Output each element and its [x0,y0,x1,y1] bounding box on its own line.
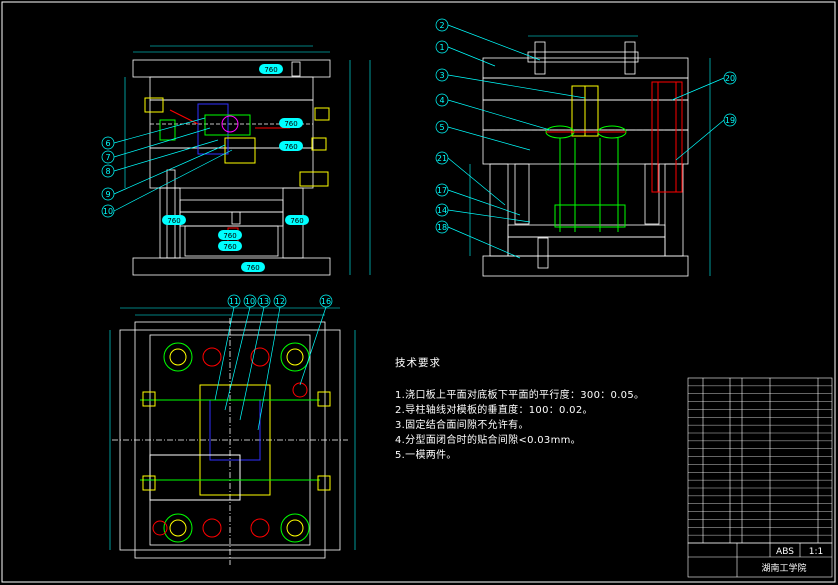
front-tag: 760 [259,64,283,74]
svg-text:2: 2 [439,21,444,30]
svg-text:21: 21 [437,154,447,163]
callout-18: 18 [435,220,449,234]
callout-4: 4 [435,93,449,107]
callout-1: 1 [435,40,449,54]
section-view-callouts-left: 2 1 3 4 5 21 17 14 18 [435,18,586,259]
front-tag: 760 [218,241,242,251]
callout-10-plan: 10 [243,294,257,308]
parts-list-rows [688,385,832,536]
plan-view-bolts [140,342,331,543]
front-tag: 760 [285,215,309,225]
svg-text:6: 6 [105,139,110,148]
svg-text:7: 7 [105,153,110,162]
requirement-1: 1.浇口板上平面对底板下平面的平行度：300：0.05。 [395,390,645,401]
front-tag: 760 [279,141,303,151]
section-view-colored-parts [545,81,683,232]
front-tag-label: 760 [246,264,259,272]
scale-label: 1:1 [809,547,823,557]
front-tag: 760 [162,215,186,225]
requirement-3: 3.固定结合面间隙不允许有。 [395,420,529,431]
callout-5: 5 [435,120,449,134]
svg-text:10: 10 [103,207,113,216]
svg-text:1: 1 [439,43,444,52]
plan-view-dimensions [109,307,356,550]
title-block-text: ABS 1:1 湖南工学院 [761,547,823,574]
technical-requirements: 技术要求 1.浇口板上平面对底板下平面的平行度：300：0.05。 2.导柱轴线… [395,355,685,463]
cad-drawing: 760 760 760 760 760 760 760 760 6 7 8 9 … [1,1,836,583]
callout-13: 13 [257,294,271,308]
svg-text:18: 18 [437,223,447,232]
front-tag: 760 [218,230,242,240]
svg-text:13: 13 [259,297,269,306]
front-tag-label: 760 [284,143,297,151]
callout-19: 19 [723,113,737,127]
callout-14: 14 [435,203,449,217]
svg-text:11: 11 [229,297,239,306]
requirement-2: 2.导柱轴线对模板的垂直度：100：0.02。 [395,405,593,416]
callout-8: 8 [101,164,115,178]
parts-list [687,377,833,544]
svg-text:17: 17 [437,186,447,195]
callout-12: 12 [273,294,287,308]
front-tag-label: 760 [284,120,297,128]
svg-text:5: 5 [439,123,444,132]
svg-text:10: 10 [245,297,255,306]
svg-text:20: 20 [725,74,735,83]
callout-16: 16 [319,294,333,308]
callout-2: 2 [435,18,449,32]
callout-20: 20 [723,71,737,85]
callout-9: 9 [101,187,115,201]
callout-6: 6 [101,136,115,150]
material-label: ABS [776,547,794,557]
front-tag-label: 760 [290,217,303,225]
svg-text:8: 8 [105,167,110,176]
front-tag-label: 760 [264,66,277,74]
callout-7: 7 [101,150,115,164]
svg-text:3: 3 [439,71,444,80]
school-name: 湖南工学院 [761,562,806,574]
callout-11: 11 [227,294,241,308]
front-view-tags: 760 760 760 760 760 760 760 760 [162,64,309,272]
front-tag: 760 [279,118,303,128]
svg-text:19: 19 [725,116,735,125]
front-view-dimensions [124,45,371,275]
callout-3: 3 [435,68,449,82]
front-tag-label: 760 [167,217,180,225]
svg-text:9: 9 [105,190,110,199]
svg-text:4: 4 [439,96,444,105]
svg-text:14: 14 [437,206,447,215]
section-view-dimensions [469,35,711,276]
callout-21: 21 [435,151,449,165]
front-tag: 760 [241,262,265,272]
front-tag-label: 760 [223,232,236,240]
svg-text:16: 16 [321,297,331,306]
svg-text:12: 12 [275,297,285,306]
tech-requirements-title: 技术要求 [395,357,441,369]
front-tag-label: 760 [223,243,236,251]
requirement-5: 5.一模两件。 [395,450,457,461]
plan-view [112,318,348,565]
section-view [482,41,689,277]
callout-17: 17 [435,183,449,197]
requirement-4: 4.分型面闭合时的贴合间隙<0.03mm。 [395,435,581,446]
callout-10: 10 [101,204,115,218]
